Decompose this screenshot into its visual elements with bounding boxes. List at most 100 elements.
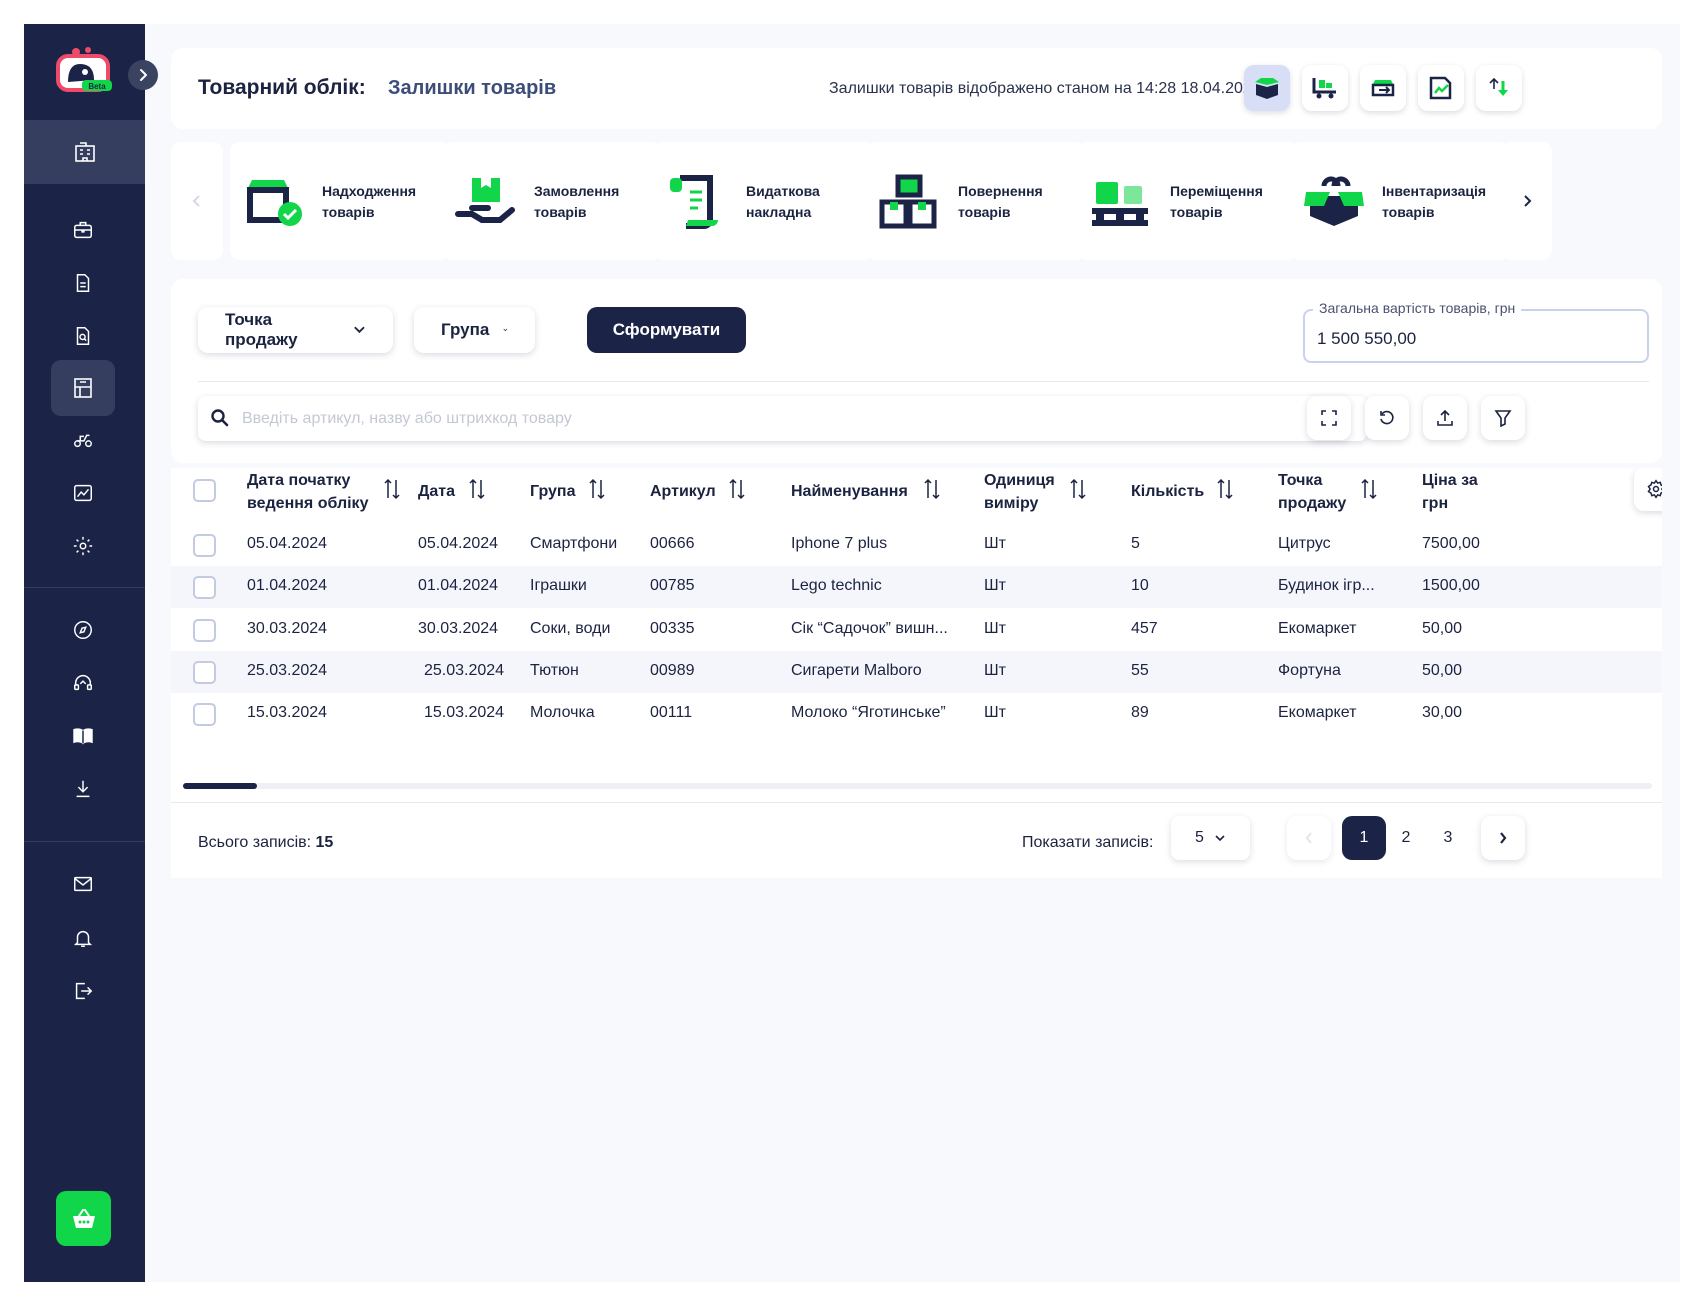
sidebar-item-delivery[interactable] — [51, 412, 115, 468]
card-inventory[interactable]: Інвентаризація товарів — [1290, 142, 1510, 260]
card-move-goods[interactable]: Переміщення товарів — [1078, 142, 1298, 260]
column-header-group[interactable]: Група — [530, 480, 575, 503]
app-logo[interactable]: Beta — [54, 46, 116, 96]
chevron-down-icon — [503, 328, 508, 332]
table-row[interactable]: 01.04.2024 01.04.2024 Іграшки 00785 Lego tec… — [171, 566, 1662, 609]
chevron-right-icon — [140, 69, 147, 81]
carousel-prev-button[interactable] — [171, 142, 223, 260]
per-page-select[interactable]: 5 — [1171, 816, 1250, 860]
cell-unit: Шт — [984, 661, 1006, 679]
pagination-page-2[interactable]: 2 — [1384, 816, 1428, 860]
column-header-sku[interactable]: Артикул — [650, 480, 716, 503]
chevron-right-icon — [1524, 195, 1532, 207]
sidebar-item-company[interactable] — [24, 120, 145, 184]
sidebar-divider — [24, 587, 145, 588]
cell-date: 25.03.2024 — [424, 661, 505, 679]
cell-start-date: 15.03.2024 — [247, 704, 328, 722]
column-header-date[interactable]: Дата — [418, 480, 455, 503]
column-header-quantity[interactable]: Кількість — [1131, 480, 1204, 503]
cell-point-of-sale: Будинок ігр... — [1278, 577, 1375, 595]
export-button[interactable] — [1423, 396, 1467, 440]
sidebar-item-portfolio[interactable] — [51, 202, 115, 258]
download-icon — [76, 780, 90, 798]
sidebar-item-navigator[interactable] — [51, 602, 115, 658]
sort-icon[interactable] — [383, 478, 401, 500]
sidebar-item-notifications[interactable] — [51, 910, 115, 966]
cell-date: 30.03.2024 — [418, 619, 499, 637]
pagination-page-3[interactable]: 3 — [1426, 816, 1470, 860]
import-export-button[interactable] — [1476, 65, 1522, 111]
sidebar-item-download[interactable] — [51, 761, 115, 817]
sidebar-item-support[interactable] — [51, 655, 115, 711]
filter-button[interactable] — [1481, 396, 1525, 440]
table-row[interactable]: 15.03.2024 15.03.2024 Молочка 00111 Молоко “… — [171, 693, 1662, 735]
cell-quantity: 10 — [1131, 577, 1149, 595]
row-checkbox[interactable] — [193, 703, 216, 727]
column-header-start-date[interactable]: Дата початку ведення обліку — [247, 469, 377, 515]
cell-sku: 00666 — [650, 535, 695, 552]
sidebar-item-messages[interactable] — [51, 856, 115, 912]
card-invoice[interactable]: Видаткова накладна — [654, 142, 874, 260]
chevron-down-icon — [1215, 835, 1225, 842]
column-header-point-of-sale[interactable]: Точка продажу — [1278, 469, 1358, 515]
stock-balance-button[interactable] — [1244, 65, 1290, 111]
sidebar-item-logout[interactable] — [51, 963, 115, 1019]
cell-start-date: 30.03.2024 — [247, 619, 328, 637]
row-checkbox[interactable] — [193, 618, 216, 642]
warehouse-cart-button[interactable] — [1302, 65, 1348, 111]
hand-truck-icon — [1312, 78, 1336, 99]
row-checkbox[interactable] — [193, 534, 216, 557]
horizontal-scrollbar-track[interactable] — [183, 783, 1652, 789]
generate-button[interactable]: Сформувати — [587, 307, 746, 353]
table-row[interactable]: 25.03.2024 25.03.2024 Тютюн 00989 Сигарети M… — [171, 650, 1662, 693]
sort-icon[interactable] — [1216, 478, 1234, 500]
sort-icon[interactable] — [588, 478, 606, 500]
app-frame: Beta Товарний облік: Залишки товарів Зал… — [24, 24, 1680, 1282]
select-all-checkbox[interactable] — [193, 479, 216, 502]
pagination-page-1[interactable]: 1 — [1342, 816, 1386, 860]
sidebar-item-analytics[interactable] — [51, 465, 115, 521]
total-value-label: Загальна вартість товарів, грн — [1313, 300, 1522, 316]
cart-button[interactable] — [56, 1191, 111, 1246]
stock-timestamp: Залишки товарів відображено станом на 14… — [829, 80, 1261, 97]
invoice-scroll-icon — [670, 175, 718, 229]
row-checkbox[interactable] — [193, 576, 216, 600]
exchange-button[interactable] — [1360, 65, 1406, 111]
sidebar-item-warehouse[interactable] — [51, 360, 115, 416]
move-pallet-icon — [1092, 182, 1148, 226]
sidebar-collapse-button[interactable] — [128, 60, 158, 90]
point-of-sale-dropdown[interactable]: Точка продажу — [198, 307, 393, 353]
sidebar-item-search-docs[interactable] — [51, 308, 115, 364]
sort-icon[interactable] — [1069, 478, 1087, 500]
search-icon — [211, 409, 229, 427]
horizontal-scrollbar-thumb[interactable] — [183, 783, 257, 789]
card-incoming-goods[interactable]: Надходження товарів — [230, 142, 450, 260]
report-button[interactable] — [1418, 65, 1464, 111]
carousel-next-button[interactable] — [1502, 142, 1552, 260]
pagination-next-button[interactable] — [1481, 816, 1525, 860]
row-checkbox[interactable] — [193, 660, 216, 684]
column-header-name[interactable]: Найменування — [791, 480, 908, 503]
sort-icon[interactable] — [1360, 478, 1378, 500]
column-header-unit[interactable]: Одиниця виміру — [984, 469, 1074, 515]
fullscreen-button[interactable] — [1307, 396, 1351, 440]
group-dropdown[interactable]: Група — [414, 307, 535, 353]
cell-sku: 00785 — [650, 577, 695, 595]
sort-icon[interactable] — [468, 478, 486, 500]
sort-icon[interactable] — [923, 478, 941, 500]
sort-icon[interactable] — [728, 478, 746, 500]
column-header-price[interactable]: Ціна за грн — [1422, 469, 1488, 515]
table-row[interactable]: 05.04.2024 05.04.2024 Смартфони 00666 Iphone… — [171, 524, 1662, 566]
sidebar-item-knowledge[interactable] — [51, 708, 115, 764]
card-return-goods[interactable]: Повернення товарів — [866, 142, 1086, 260]
table-settings-button[interactable] — [1634, 468, 1662, 511]
search-input[interactable] — [242, 396, 1352, 441]
sidebar-item-documents[interactable] — [51, 255, 115, 311]
refresh-button[interactable] — [1365, 396, 1409, 440]
sidebar-item-settings[interactable] — [51, 518, 115, 574]
cell-sku: 00989 — [650, 661, 695, 679]
card-order-goods[interactable]: Замовлення товарів — [442, 142, 662, 260]
total-records-label: Всього записів: — [198, 834, 312, 851]
pagination-prev-button[interactable] — [1287, 816, 1331, 860]
table-row[interactable]: 30.03.2024 30.03.2024 Соки, води 00335 Сік “… — [171, 609, 1662, 651]
